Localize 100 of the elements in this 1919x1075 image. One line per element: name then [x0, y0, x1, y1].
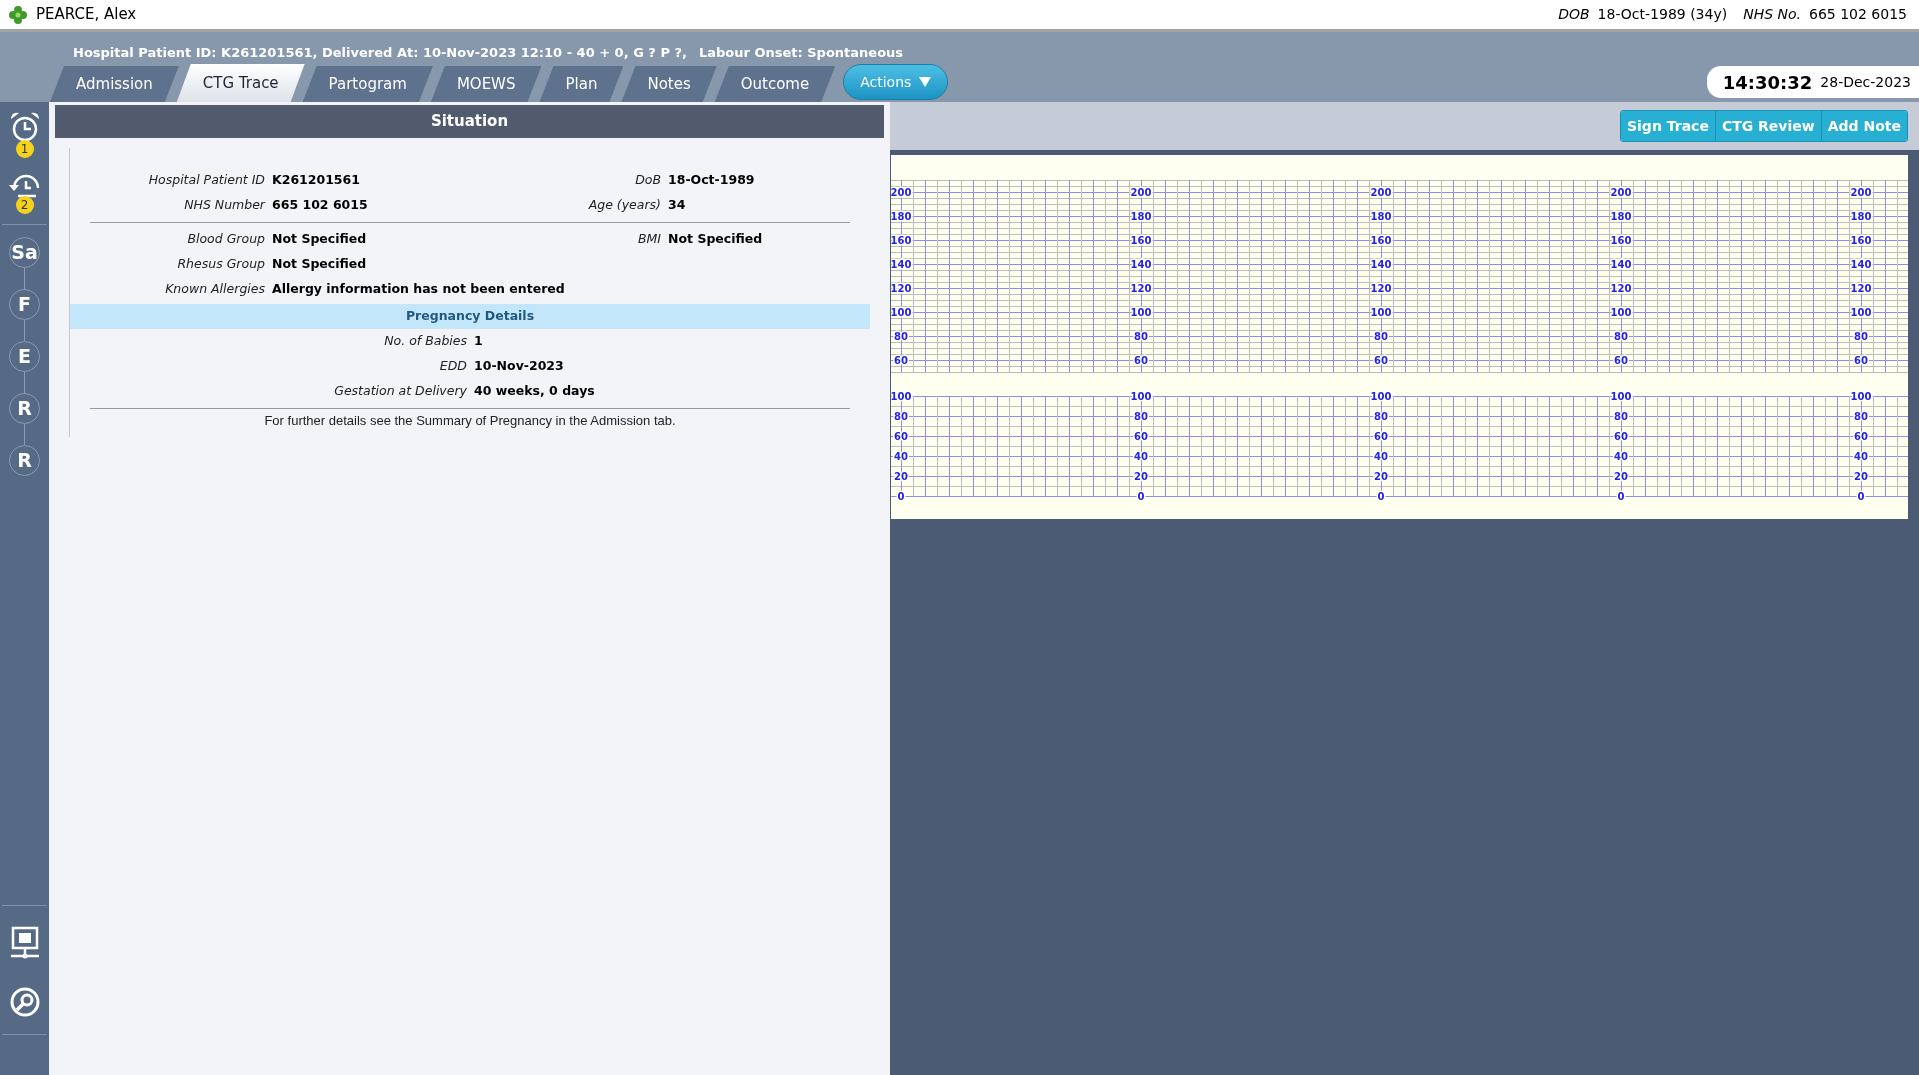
axis-tick-label: 180: [1610, 211, 1632, 222]
axis-tick-label: 40: [1374, 451, 1388, 462]
field-value: 10-Nov-2023: [474, 357, 565, 376]
axis-tick-label: 60: [1854, 355, 1868, 366]
field-label: Rhesus Group: [176, 255, 265, 274]
tab[interactable]: Notes: [621, 66, 717, 102]
axis-tick-label: 200: [1370, 187, 1392, 198]
axis-tick-label: 120: [1130, 283, 1152, 294]
axis-tick-label: 40: [1614, 451, 1628, 462]
dob-value: 18-Oct-1989 (34y): [1597, 5, 1728, 24]
axis-tick-label: 160: [1850, 235, 1872, 246]
field-label: Hospital Patient ID: [147, 171, 265, 190]
field-value: 18-Oct-1989: [668, 171, 756, 190]
field-value: 40 weeks, 0 days: [474, 382, 596, 401]
axis-tick-label: 120: [1610, 283, 1632, 294]
axis-tick-label: 40: [1134, 451, 1148, 462]
tab[interactable]: Outcome: [714, 66, 836, 102]
axis-tick-label: 80: [1374, 411, 1388, 422]
axis-tick-label: 200: [891, 187, 912, 198]
nhs-label: NHS No.: [1743, 5, 1801, 24]
tab[interactable]: Plan: [539, 66, 624, 102]
axis-tick-label: 60: [894, 431, 908, 442]
alert-count-badge: 2: [15, 196, 34, 214]
axis-tick-label: 120: [1850, 283, 1872, 294]
axis-tick-label: 0: [1857, 491, 1865, 502]
axis-tick-label: 140: [1370, 259, 1392, 270]
patient-summary: Hospital Patient ID: K261201561, Delivered At: 10-Nov-2023 12:10 - 40 + 0, G ? P ?,: [73, 43, 687, 62]
axis-tick-label: 180: [1370, 211, 1392, 222]
axis-tick-label: 100: [891, 391, 912, 402]
axis-tick-label: 80: [894, 411, 908, 422]
trace-button[interactable]: Sign Trace: [1621, 111, 1715, 141]
axis-tick-label: 100: [1130, 391, 1152, 402]
axis-tick-label: 60: [1374, 355, 1388, 366]
clock-time: 14:30:32: [1722, 70, 1813, 95]
tab[interactable]: Admission: [50, 66, 179, 102]
actions-button[interactable]: Actions: [843, 64, 949, 100]
field-label: DoB: [634, 171, 661, 190]
field-label: Gestation at Delivery: [333, 382, 467, 401]
field-value: Not Specified: [272, 230, 368, 249]
nhs-value: 665 102 6015: [1809, 5, 1907, 24]
axis-tick-label: 40: [894, 451, 908, 462]
axis-tick-label: 80: [1854, 411, 1868, 422]
field-label: BMI: [636, 230, 661, 249]
axis-tick-label: 160: [891, 235, 912, 246]
axis-tick-label: 100: [1610, 391, 1632, 402]
axis-tick-label: 160: [1610, 235, 1632, 246]
axis-tick-label: 60: [1374, 431, 1388, 442]
axis-tick-label: 20: [1854, 471, 1868, 482]
axis-tick-label: 20: [1374, 471, 1388, 482]
tab[interactable]: Partogram: [302, 66, 433, 102]
axis-tick-label: 20: [894, 471, 908, 482]
axis-tick-label: 120: [891, 283, 912, 294]
network-monitor-icon[interactable]: [8, 926, 41, 960]
field-value: Not Specified: [668, 230, 764, 249]
axis-tick-label: 120: [1370, 283, 1392, 294]
axis-tick-label: 0: [897, 491, 905, 502]
axis-tick-label: 60: [1614, 431, 1628, 442]
axis-tick-label: 200: [1130, 187, 1152, 198]
axis-tick-label: 80: [1614, 331, 1628, 342]
axis-tick-label: 100: [1850, 391, 1872, 402]
tab[interactable]: CTG Trace: [176, 64, 305, 102]
axis-tick-label: 140: [1610, 259, 1632, 270]
field-value: 665 102 6015: [272, 196, 369, 215]
axis-tick-label: 40: [1854, 451, 1868, 462]
field-label: Age (years): [587, 196, 661, 215]
dob-label: DOB: [1558, 5, 1590, 24]
field-value: 34: [668, 196, 687, 215]
axis-tick-label: 100: [1610, 307, 1632, 318]
axis-tick-label: 160: [1130, 235, 1152, 246]
field-label: NHS Number: [183, 196, 265, 215]
field-value: Allergy information has not been entered: [272, 280, 566, 299]
axis-tick-label: 100: [1370, 391, 1392, 402]
axis-tick-label: 200: [1610, 187, 1632, 198]
field-value: Not Specified: [272, 255, 368, 274]
axis-tick-label: 0: [1137, 491, 1145, 502]
search-icon[interactable]: [8, 986, 41, 1018]
axis-tick-label: 180: [891, 211, 912, 222]
alert-count-badge: 1: [15, 140, 34, 158]
axis-tick-label: 100: [1130, 307, 1152, 318]
axis-tick-label: 180: [1130, 211, 1152, 222]
axis-tick-label: 80: [894, 331, 908, 342]
axis-tick-label: 80: [1134, 411, 1148, 422]
axis-tick-label: 60: [894, 355, 908, 366]
trace-button[interactable]: CTG Review: [1714, 111, 1821, 141]
tab[interactable]: MOEWS: [430, 66, 542, 102]
axis-tick-label: 180: [1850, 211, 1872, 222]
axis-tick-label: 160: [1370, 235, 1392, 246]
field-label: EDD: [438, 357, 467, 376]
axis-tick-label: 0: [1377, 491, 1385, 502]
axis-tick-label: 140: [891, 259, 912, 270]
section-header: Pregnancy Details: [70, 304, 870, 329]
labour-onset: Labour Onset: Spontaneous: [698, 43, 904, 62]
axis-tick-label: 0: [1617, 491, 1625, 502]
axis-tick-label: 80: [1614, 411, 1628, 422]
field-value: 1: [474, 332, 484, 351]
axis-tick-label: 200: [1850, 187, 1872, 198]
trace-button[interactable]: Add Note: [1820, 111, 1907, 141]
clover-logo-icon: [8, 4, 28, 25]
axis-tick-label: 140: [1130, 259, 1152, 270]
panel-header: Situation: [55, 105, 884, 138]
